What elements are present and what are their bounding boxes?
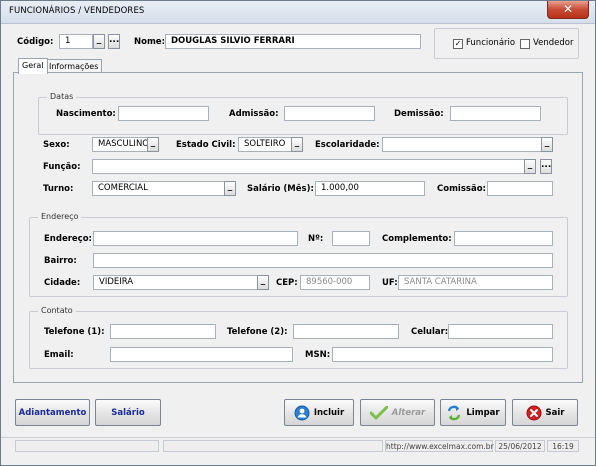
estado-civil-label: Estado Civil: bbox=[176, 140, 236, 150]
escolaridade-select[interactable] bbox=[382, 137, 543, 152]
vendedor-label: Vendedor bbox=[533, 38, 574, 48]
salario-button-label: Salário bbox=[111, 407, 145, 418]
refresh-icon bbox=[448, 405, 461, 420]
limpar-button-label: Limpar bbox=[466, 407, 500, 418]
estado-civil-select[interactable]: SOLTEIRO bbox=[238, 137, 292, 152]
celular-label: Celular: bbox=[411, 327, 449, 337]
nascimento-input[interactable] bbox=[118, 106, 209, 121]
endereco-label: Endereço: bbox=[44, 234, 92, 244]
demissao-label: Demissão: bbox=[394, 109, 444, 119]
cidade-label: Cidade: bbox=[44, 278, 81, 288]
status-url: http://www.excelmax.com.br bbox=[385, 440, 494, 452]
funcionario-label: Funcionário bbox=[466, 38, 516, 48]
datas-frame: Datas Nascimento: Admissão: Demissão: bbox=[38, 92, 568, 135]
incluir-button[interactable]: Incluir bbox=[284, 399, 354, 426]
escolaridade-label: Escolaridade: bbox=[315, 140, 380, 150]
cep-input[interactable]: 89560-000 bbox=[300, 275, 370, 290]
escolaridade-dropdown-button[interactable]: _ bbox=[541, 137, 553, 152]
turno-dropdown-button[interactable]: _ bbox=[224, 181, 236, 196]
adiantamento-button[interactable]: Adiantamento bbox=[15, 399, 90, 426]
funcao-label: Função: bbox=[43, 162, 81, 172]
tab-panel-geral: Datas Nascimento: Admissão: Demissão: Se… bbox=[13, 72, 583, 383]
add-person-icon bbox=[294, 405, 310, 420]
telefone1-input[interactable] bbox=[110, 324, 216, 339]
funcao-dropdown-button[interactable]: _ bbox=[524, 159, 536, 174]
cidade-select[interactable]: VIDEIRA bbox=[93, 275, 258, 290]
msn-label: MSN: bbox=[305, 350, 331, 360]
admissao-input[interactable] bbox=[284, 106, 375, 121]
salario-button[interactable]: Salário bbox=[95, 399, 161, 426]
funcao-search-button[interactable]: ... bbox=[540, 159, 552, 174]
sexo-label: Sexo: bbox=[43, 140, 70, 150]
codigo-search-button[interactable]: ... bbox=[108, 34, 120, 49]
nome-input[interactable]: DOUGLAS SILVIO FERRARI bbox=[165, 34, 421, 49]
numero-input[interactable] bbox=[332, 231, 370, 246]
sexo-select[interactable]: MASCULINO bbox=[92, 137, 148, 152]
telefone1-label: Telefone (1): bbox=[44, 327, 105, 337]
status-date: 25/06/2012 bbox=[495, 440, 545, 452]
complemento-label: Complemento: bbox=[382, 234, 452, 244]
sair-button-label: Sair bbox=[545, 407, 565, 418]
tipo-frame: ✓ Funcionário Vendedor bbox=[434, 28, 579, 59]
uf-input[interactable]: SANTA CATARINA bbox=[398, 275, 553, 290]
nome-label: Nome: bbox=[134, 37, 165, 47]
funcao-select[interactable] bbox=[92, 159, 525, 174]
turno-select[interactable]: COMERCIAL bbox=[92, 181, 225, 196]
email-input[interactable] bbox=[110, 347, 293, 362]
estado-civil-dropdown-button[interactable]: _ bbox=[291, 137, 303, 152]
salario-label: Salário (Mês): bbox=[247, 184, 314, 194]
close-button[interactable]: ✕ bbox=[547, 1, 589, 19]
alterar-button-label: Alterar bbox=[391, 407, 426, 418]
limpar-button[interactable]: Limpar bbox=[440, 399, 506, 426]
vendedor-checkbox[interactable] bbox=[520, 39, 530, 49]
window-title: FUNCIONÁRIOS / VENDEDORES bbox=[9, 6, 145, 16]
msn-input[interactable] bbox=[332, 347, 553, 362]
contato-frame: Contato Telefone (1): Telefone (2): Celu… bbox=[29, 306, 568, 369]
codigo-input[interactable]: 1 bbox=[59, 34, 93, 49]
complemento-input[interactable] bbox=[454, 231, 553, 246]
sair-button[interactable]: Sair bbox=[512, 399, 578, 426]
close-circle-icon bbox=[526, 405, 542, 420]
bairro-label: Bairro: bbox=[44, 256, 77, 266]
funcionario-checkbox[interactable]: ✓ bbox=[453, 39, 463, 49]
app-window: FUNCIONÁRIOS / VENDEDORES ✕ Código: 1 _ … bbox=[0, 0, 596, 466]
title-bar: FUNCIONÁRIOS / VENDEDORES ✕ bbox=[1, 1, 595, 24]
cidade-dropdown-button[interactable]: _ bbox=[257, 275, 269, 290]
telefone2-label: Telefone (2): bbox=[227, 327, 288, 337]
datas-frame-title: Datas bbox=[47, 92, 77, 101]
codigo-label: Código: bbox=[17, 37, 54, 47]
comissao-input[interactable] bbox=[487, 181, 553, 196]
salario-input[interactable]: 1.000,00 bbox=[315, 181, 425, 196]
status-cell-1 bbox=[15, 440, 159, 452]
bairro-input[interactable] bbox=[93, 253, 553, 268]
tab-geral[interactable]: Geral bbox=[18, 58, 48, 74]
nascimento-label: Nascimento: bbox=[56, 109, 116, 119]
adiantamento-button-label: Adiantamento bbox=[18, 407, 87, 418]
status-cell-2 bbox=[163, 440, 383, 452]
checkmark-icon bbox=[369, 405, 388, 419]
codigo-dropdown-button[interactable]: _ bbox=[93, 34, 105, 49]
email-label: Email: bbox=[44, 350, 74, 360]
status-time: 16:19 bbox=[547, 440, 579, 452]
status-bar: http://www.excelmax.com.br 25/06/2012 16… bbox=[1, 437, 595, 454]
alterar-button[interactable]: Alterar bbox=[360, 399, 435, 426]
comissao-label: Comissão: bbox=[437, 184, 486, 194]
contato-frame-title: Contato bbox=[38, 306, 76, 315]
cep-label: CEP: bbox=[276, 278, 298, 288]
demissao-input[interactable] bbox=[450, 106, 541, 121]
uf-label: UF: bbox=[382, 278, 398, 288]
sexo-dropdown-button[interactable]: _ bbox=[147, 137, 159, 152]
endereco-frame: Endereço Endereço: Nº: Complemento: Bair… bbox=[29, 212, 568, 297]
turno-label: Turno: bbox=[43, 184, 74, 194]
admissao-label: Admissão: bbox=[229, 109, 279, 119]
endereco-input[interactable] bbox=[93, 231, 298, 246]
endereco-frame-title: Endereço bbox=[38, 212, 82, 221]
celular-input[interactable] bbox=[448, 324, 553, 339]
numero-label: Nº: bbox=[308, 234, 324, 244]
incluir-button-label: Incluir bbox=[313, 407, 345, 418]
telefone2-input[interactable] bbox=[293, 324, 399, 339]
